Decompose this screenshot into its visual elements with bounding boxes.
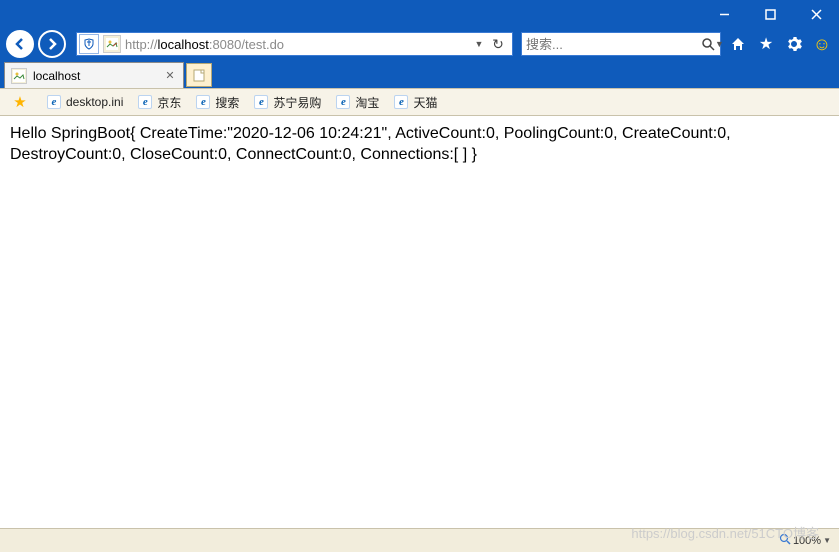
feedback-smiley-icon[interactable]: ☺ (811, 33, 833, 55)
home-icon[interactable] (727, 33, 749, 55)
new-tab-button[interactable] (186, 63, 212, 87)
url-host: localhost (158, 37, 209, 52)
bookmark-jd[interactable]: e 京东 (131, 91, 187, 113)
bookmarks-bar: ★ e desktop.ini e 京东 e 搜索 e 苏宁易购 e 淘宝 e … (0, 88, 839, 116)
search-dropdown-icon[interactable]: ▼ (715, 39, 724, 49)
bookmark-label: 淘宝 (355, 94, 379, 111)
url-dropdown-icon[interactable]: ▼ (472, 39, 486, 49)
tab-localhost[interactable]: localhost ✕ (4, 62, 184, 88)
gear-icon[interactable] (783, 33, 805, 55)
zoom-dropdown-icon[interactable]: ▼ (823, 536, 831, 545)
url-port: :8080 (209, 37, 242, 52)
status-bar: 100% ▼ (0, 528, 839, 552)
tab-strip: localhost ✕ (0, 60, 839, 88)
bookmark-suning[interactable]: e 苏宁易购 (247, 91, 327, 113)
address-row: http://localhost:8080/test.do ▼ ↻ ▼ ★ ☺ (0, 28, 839, 60)
url-path: /test.do (241, 37, 284, 52)
star-add-icon: ★ (12, 94, 28, 110)
response-body-text: Hello SpringBoot{ CreateTime:"2020-12-06… (10, 124, 829, 166)
bookmark-label: 搜索 (215, 94, 239, 111)
url-text[interactable]: http://localhost:8080/test.do (125, 37, 472, 52)
bookmark-taobao[interactable]: e 淘宝 (329, 91, 385, 113)
ie-icon: e (195, 94, 211, 110)
bookmark-tmall[interactable]: e 天猫 (387, 91, 443, 113)
ie-icon: e (137, 94, 153, 110)
bookmark-label: 苏宁易购 (273, 94, 321, 111)
ie-icon: e (46, 94, 62, 110)
window-titlebar (0, 0, 839, 28)
zoom-level[interactable]: 100% (793, 535, 821, 547)
window-maximize-button[interactable] (747, 0, 793, 28)
tab-favicon (11, 68, 27, 84)
url-favicon (103, 35, 121, 53)
tab-close-icon[interactable]: ✕ (163, 69, 177, 83)
bookmark-label: desktop.ini (66, 95, 123, 109)
browser-window: http://localhost:8080/test.do ▼ ↻ ▼ ★ ☺ … (0, 0, 839, 552)
refresh-button[interactable]: ↻ (486, 32, 510, 56)
tab-title: localhost (33, 69, 163, 83)
bookmark-desktop-ini[interactable]: e desktop.ini (40, 91, 129, 113)
page-content: Hello SpringBoot{ CreateTime:"2020-12-06… (0, 116, 839, 528)
url-scheme: http:// (125, 37, 158, 52)
compatibility-shield-icon[interactable] (79, 34, 99, 54)
search-input[interactable] (526, 37, 702, 52)
ie-icon: e (253, 94, 269, 110)
window-minimize-button[interactable] (701, 0, 747, 28)
nav-back-button[interactable] (6, 30, 34, 58)
ie-icon: e (335, 94, 351, 110)
nav-forward-button[interactable] (38, 30, 66, 58)
url-bar[interactable]: http://localhost:8080/test.do ▼ ↻ (76, 32, 513, 56)
search-bar[interactable]: ▼ (521, 32, 721, 56)
bookmark-label: 京东 (157, 94, 181, 111)
favorites-star-icon[interactable]: ★ (755, 33, 777, 55)
window-close-button[interactable] (793, 0, 839, 28)
bookmark-search[interactable]: e 搜索 (189, 91, 245, 113)
search-icon[interactable] (702, 38, 715, 51)
add-favorite-button[interactable]: ★ (6, 91, 38, 113)
ie-icon: e (393, 94, 409, 110)
bookmark-label: 天猫 (413, 94, 437, 111)
zoom-icon[interactable] (779, 533, 791, 548)
